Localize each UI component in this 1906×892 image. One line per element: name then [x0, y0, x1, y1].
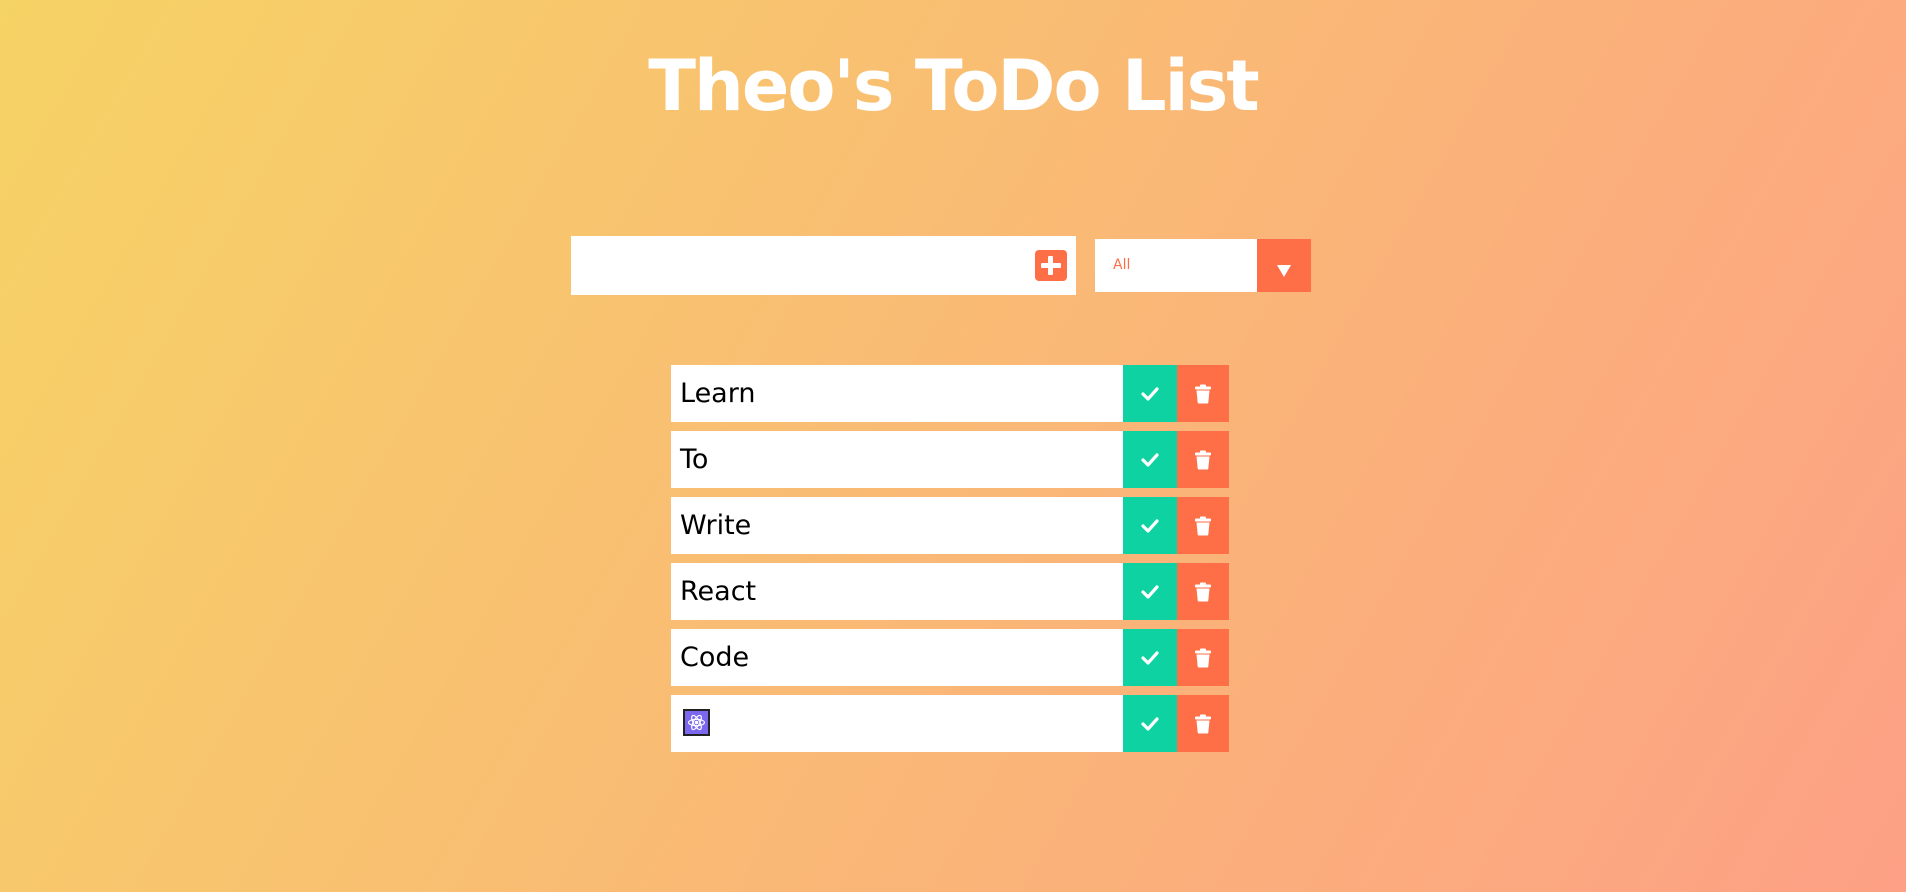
todo-text: Code [680, 642, 750, 673]
delete-button[interactable] [1177, 563, 1229, 620]
check-icon [1141, 386, 1159, 401]
complete-button[interactable] [1123, 695, 1177, 752]
complete-button[interactable] [1123, 563, 1177, 620]
complete-button[interactable] [1123, 365, 1177, 422]
todo-item: React [671, 563, 1229, 620]
delete-button[interactable] [1177, 365, 1229, 422]
complete-button[interactable] [1123, 497, 1177, 554]
trash-icon [1195, 384, 1211, 403]
trash-icon [1195, 582, 1211, 601]
todo-item: Write [671, 497, 1229, 554]
todo-text: Write [680, 510, 752, 541]
add-todo-form [571, 236, 1076, 295]
complete-button[interactable] [1123, 431, 1177, 488]
filter-select[interactable]: All [1095, 239, 1311, 292]
trash-icon [1195, 516, 1211, 535]
caret-down-icon [1277, 265, 1291, 277]
check-icon [1141, 518, 1159, 533]
trash-icon [1195, 450, 1211, 469]
todo-item: Code [671, 629, 1229, 686]
todo-item: To [671, 431, 1229, 488]
trash-icon [1195, 714, 1211, 733]
complete-button[interactable] [1123, 629, 1177, 686]
trash-icon [1195, 648, 1211, 667]
page-title: Theo's ToDo List [648, 45, 1259, 127]
filter-dropdown-button[interactable] [1257, 239, 1311, 292]
check-icon [1141, 716, 1159, 731]
react-atom-icon [683, 709, 710, 736]
delete-button[interactable] [1177, 629, 1229, 686]
todo-item: Learn [671, 365, 1229, 422]
todo-text: Learn [680, 378, 756, 409]
check-icon [1141, 650, 1159, 665]
check-icon [1141, 452, 1159, 467]
delete-button[interactable] [1177, 497, 1229, 554]
delete-button[interactable] [1177, 431, 1229, 488]
add-todo-button[interactable] [1035, 250, 1067, 281]
todo-text: To [680, 444, 709, 475]
delete-button[interactable] [1177, 695, 1229, 752]
todo-item [671, 695, 1229, 752]
todo-input[interactable] [571, 236, 1031, 295]
filter-selected-value: All [1113, 257, 1131, 273]
todo-list: Learn To Write React Code [671, 365, 1229, 761]
check-icon [1141, 584, 1159, 599]
todo-text: React [680, 576, 757, 607]
